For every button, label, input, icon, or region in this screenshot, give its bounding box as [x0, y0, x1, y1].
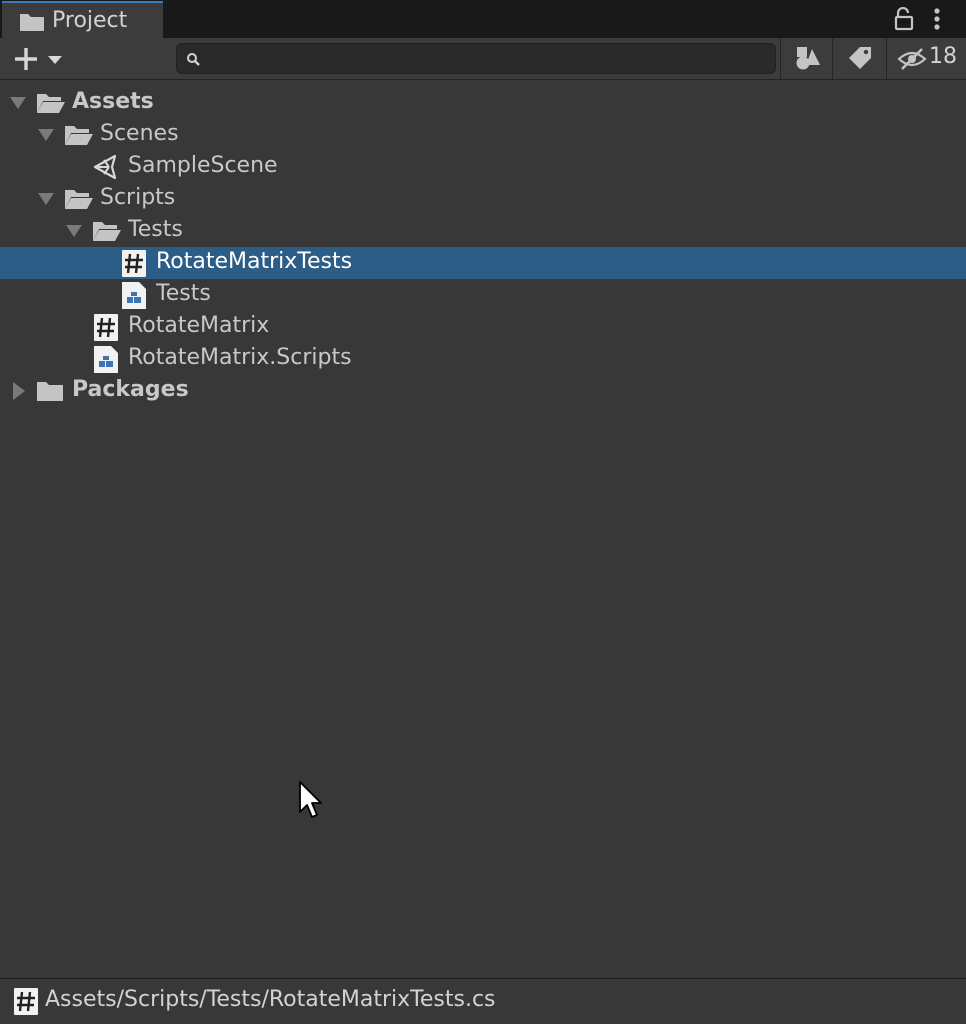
- tree-item-rotatematrixtests[interactable]: RotateMatrixTests: [0, 247, 966, 279]
- lock-icon[interactable]: [893, 7, 915, 31]
- collapsed-arrow-icon[interactable]: [12, 382, 26, 400]
- hidden-packages-count: 18: [929, 44, 957, 69]
- expand-arrow-icon[interactable]: [38, 192, 54, 206]
- expand-arrow-icon[interactable]: [10, 96, 26, 110]
- tree-item-label: Tests: [156, 281, 211, 306]
- selected-asset-path: Assets/Scripts/Tests/RotateMatrixTests.c…: [45, 987, 496, 1012]
- tree-item-label: Packages: [72, 377, 189, 402]
- plus-dropdown-icon: [15, 48, 62, 70]
- csharp-script-icon: [14, 988, 38, 1015]
- tree-item-samplescene[interactable]: SampleScene: [0, 151, 966, 183]
- tree-item-scenes[interactable]: Scenes: [0, 119, 966, 151]
- tab-project[interactable]: Project: [2, 1, 163, 38]
- expand-arrow-icon[interactable]: [66, 224, 82, 238]
- tree-item-label: RotateMatrix.Scripts: [128, 345, 352, 370]
- project-toolbar: 18: [0, 38, 966, 80]
- shapes-icon: [796, 47, 820, 70]
- assembly-definition-icon: [94, 346, 118, 373]
- kebab-menu-icon[interactable]: [930, 7, 944, 31]
- tab-title: Project: [52, 8, 128, 33]
- eye-slash-icon: [897, 48, 927, 70]
- tree-item-assets[interactable]: Assets: [0, 87, 966, 119]
- folder-open-icon: [65, 126, 93, 145]
- tree-item-label: Scenes: [100, 121, 179, 146]
- tree-item-tests-folder[interactable]: Tests: [0, 215, 966, 247]
- toggle-hidden-packages-button[interactable]: 18: [886, 38, 966, 79]
- tree-item-label: Tests: [128, 217, 183, 242]
- tag-icon: [849, 47, 871, 69]
- folder-open-icon: [65, 190, 93, 209]
- assembly-definition-icon: [122, 282, 146, 309]
- tree-item-rotatematrix[interactable]: RotateMatrix: [0, 311, 966, 343]
- project-tree: Assets Scenes SampleScene Scripts Tests …: [0, 80, 966, 978]
- status-bar: Assets/Scripts/Tests/RotateMatrixTests.c…: [0, 978, 966, 1024]
- search-field[interactable]: [176, 43, 776, 74]
- tree-item-packages[interactable]: Packages: [0, 375, 966, 407]
- tab-bar: Project: [0, 0, 966, 38]
- tree-item-label: SampleScene: [128, 153, 278, 178]
- csharp-script-icon: [122, 250, 146, 277]
- tree-item-tests-asmdef[interactable]: Tests: [0, 279, 966, 311]
- tree-item-label: RotateMatrix: [128, 313, 270, 338]
- folder-open-icon: [93, 222, 121, 241]
- tree-item-rotatematrix-scripts[interactable]: RotateMatrix.Scripts: [0, 343, 966, 375]
- search-input[interactable]: [211, 47, 765, 71]
- tree-item-label: RotateMatrixTests: [156, 249, 353, 274]
- tree-item-label: Assets: [72, 89, 154, 114]
- expand-arrow-icon[interactable]: [38, 128, 54, 142]
- search-icon: [187, 53, 200, 66]
- filter-by-type-button[interactable]: [780, 38, 832, 79]
- filter-by-label-button[interactable]: [832, 38, 886, 79]
- tree-item-label: Scripts: [100, 185, 176, 210]
- unity-scene-icon: [93, 154, 117, 180]
- folder-closed-icon: [37, 382, 63, 401]
- folder-open-icon: [37, 94, 65, 113]
- tree-item-scripts[interactable]: Scripts: [0, 183, 966, 215]
- create-asset-button[interactable]: [8, 42, 70, 76]
- folder-icon: [20, 14, 44, 31]
- mouse-cursor-icon: [299, 781, 322, 818]
- csharp-script-icon: [94, 314, 118, 341]
